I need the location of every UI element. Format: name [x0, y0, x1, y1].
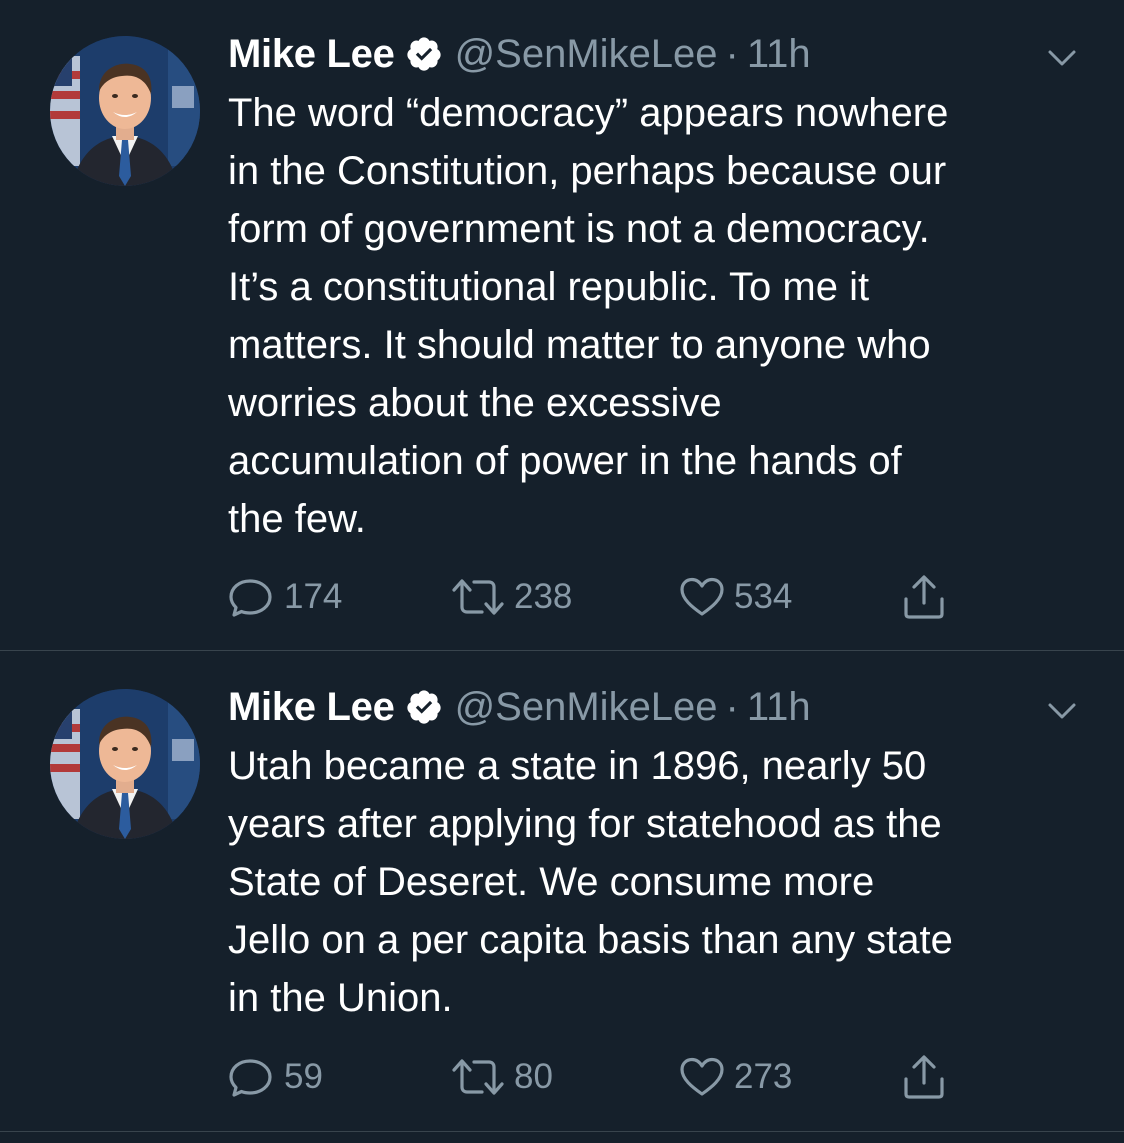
share-icon: [904, 575, 944, 619]
tweet[interactable]: Mike Lee @SenMikeLee · 11h Utah became a…: [0, 651, 1124, 1131]
like-button[interactable]: 273: [678, 1052, 792, 1102]
reply-icon: [229, 1059, 272, 1097]
avatar-image: [50, 689, 200, 839]
reply-count: 174: [284, 577, 343, 616]
tweet-text: Utah became a state in 1896, nearly 50 y…: [228, 744, 953, 1020]
author-name[interactable]: Mike Lee: [228, 683, 395, 731]
timeline: Mike Lee @SenMikeLee · 11h The word “dem…: [0, 0, 1124, 1143]
reply-button[interactable]: 59: [228, 1052, 323, 1102]
like-count: 273: [734, 1057, 793, 1096]
chevron-down-icon[interactable]: [1040, 36, 1084, 80]
retweet-icon: [452, 579, 504, 615]
retweet-button[interactable]: 80: [450, 1052, 553, 1102]
tweet-actions: 59 80 273: [228, 1052, 988, 1102]
retweet-button[interactable]: 238: [450, 572, 572, 622]
like-icon: [680, 1057, 724, 1096]
retweet-icon: [452, 1059, 504, 1095]
avatar-image: [50, 36, 200, 186]
like-icon: [680, 577, 724, 616]
author-handle[interactable]: @SenMikeLee: [455, 683, 718, 731]
verified-badge-icon: [405, 35, 443, 73]
tweet[interactable]: Mike Lee @SenMikeLee · 11h The word “dem…: [0, 0, 1124, 650]
chevron-down-icon[interactable]: [1040, 689, 1084, 733]
like-count: 534: [734, 577, 793, 616]
reply-icon: [229, 579, 272, 617]
timestamp[interactable]: 11h: [747, 683, 811, 731]
author-name[interactable]: Mike Lee: [228, 30, 395, 78]
separator-dot: ·: [725, 685, 739, 729]
share-button[interactable]: [900, 1052, 948, 1102]
share-icon: [904, 1055, 944, 1099]
tweet-header: Mike Lee @SenMikeLee · 11h: [228, 683, 811, 731]
like-button[interactable]: 534: [678, 572, 792, 622]
reply-button[interactable]: 174: [228, 572, 342, 622]
retweet-count: 238: [514, 577, 573, 616]
reply-count: 59: [284, 1057, 323, 1096]
avatar[interactable]: [50, 36, 200, 186]
share-button[interactable]: [900, 572, 948, 622]
separator-dot: ·: [725, 32, 739, 76]
tweet-actions: 174 238 534: [228, 572, 988, 622]
tweet-text: The word “democracy” appears nowhere in …: [228, 91, 949, 541]
author-handle[interactable]: @SenMikeLee: [455, 30, 718, 78]
retweet-count: 80: [514, 1057, 553, 1096]
timestamp[interactable]: 11h: [747, 30, 811, 78]
avatar[interactable]: [50, 689, 200, 839]
tweet-header: Mike Lee @SenMikeLee · 11h: [228, 30, 811, 78]
tweet-divider: [0, 1131, 1124, 1132]
verified-badge-icon: [405, 688, 443, 726]
